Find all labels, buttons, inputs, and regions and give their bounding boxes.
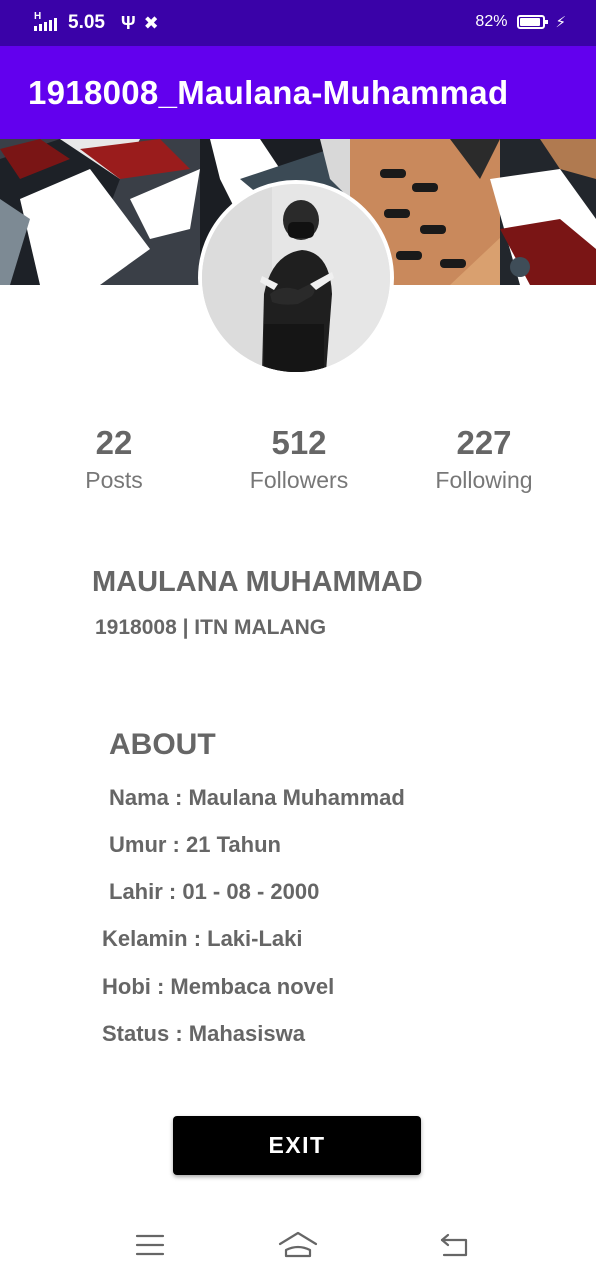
stat-label: Posts [85,467,143,493]
network-type: H [34,11,42,22]
back-icon[interactable] [432,1228,476,1262]
about-item-lahir: Lahir : 01 - 08 - 2000 [109,879,320,904]
stat-followers[interactable]: 512 Followers [219,424,379,494]
about-item-nama: Nama : Maulana Muhammad [109,785,405,810]
about-item-status: Status : Mahasiswa [102,1021,305,1046]
signal-icon: H [34,11,60,33]
stat-label: Followers [249,467,349,493]
status-right: 82% ⚡ [475,13,566,31]
navigation-bar [0,1210,596,1280]
stat-label: Following [435,467,533,493]
app-bar: 1918008_Maulana-Muhammad [0,46,596,139]
app-title: 1918008_Maulana-Muhammad [28,74,509,111]
status-left: H 5.05 Ψ✖ [34,11,167,34]
battery-icon [517,15,549,29]
status-bar: H 5.05 Ψ✖ 82% ⚡ [0,0,596,46]
about-item-hobi: Hobi : Membaca novel [102,974,335,999]
home-icon[interactable] [276,1228,320,1262]
battery-percent: 82% [475,13,508,30]
exit-button[interactable]: EXIT [173,1116,421,1175]
profile-name: MAULANA MUHAMMAD [92,566,423,598]
avatar[interactable] [198,180,394,376]
charging-icon: ⚡ [555,14,566,31]
stat-value: 227 [456,424,512,461]
stat-value: 512 [271,424,327,461]
status-time: 5.05 [68,12,105,33]
stat-value: 22 [95,424,133,461]
about-item-kelamin: Kelamin : Laki-Laki [102,926,303,951]
menu-icon[interactable] [128,1228,172,1262]
about-title: ABOUT [109,728,216,761]
notification-icons: Ψ✖ [121,13,167,34]
profile-subtitle: 1918008 | ITN MALANG [95,616,327,639]
stat-following[interactable]: 227 Following [404,424,564,494]
about-item-umur: Umur : 21 Tahun [109,832,281,857]
tools-icon: ✖ [143,12,167,33]
usb-icon: Ψ [120,12,144,33]
stat-posts[interactable]: 22 Posts [34,424,194,494]
